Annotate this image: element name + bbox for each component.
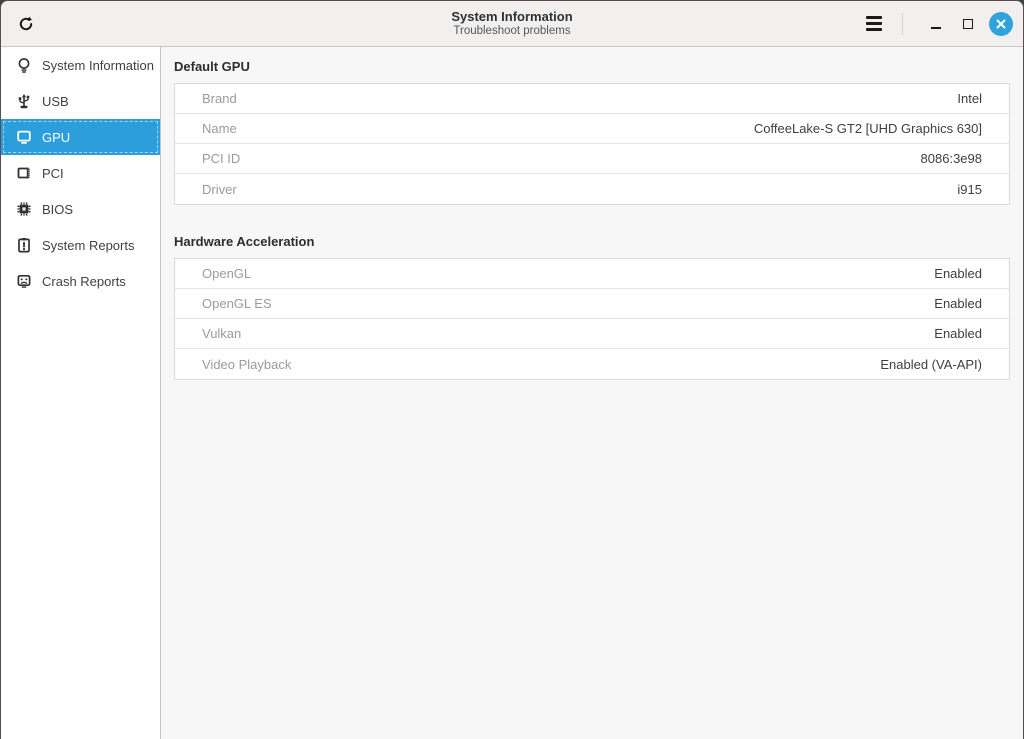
- section-title: Default GPU: [174, 59, 1010, 74]
- hamburger-menu-button[interactable]: [856, 7, 892, 41]
- section-title: Hardware Acceleration: [174, 234, 1010, 249]
- sidebar-item-label: Crash Reports: [42, 274, 126, 289]
- section-hardware-acceleration: Hardware Acceleration OpenGL Enabled Ope…: [174, 234, 1010, 380]
- sidebar-item-label: GPU: [42, 130, 70, 145]
- row-label: Brand: [202, 91, 237, 106]
- row-value: Enabled: [934, 296, 982, 311]
- sidebar-item-label: BIOS: [42, 202, 73, 217]
- row-value: Enabled (VA-API): [880, 357, 982, 372]
- row-value: Enabled: [934, 266, 982, 281]
- sidebar-item-label: PCI: [42, 166, 64, 181]
- table-row: Name CoffeeLake-S GT2 [UHD Graphics 630]: [175, 114, 1009, 144]
- titlebar: System Information Troubleshoot problems: [1, 1, 1023, 47]
- close-icon: [995, 18, 1007, 30]
- monitor-icon: [15, 128, 33, 146]
- sidebar-item-system-information[interactable]: System Information: [1, 47, 160, 83]
- sidebar-item-bios[interactable]: BIOS: [1, 191, 160, 227]
- maximize-button[interactable]: [955, 11, 981, 37]
- section-default-gpu: Default GPU Brand Intel Name CoffeeLake-…: [174, 59, 1010, 205]
- sidebar-item-label: USB: [42, 94, 69, 109]
- row-label: Video Playback: [202, 357, 291, 372]
- sidebar-item-system-reports[interactable]: System Reports: [1, 227, 160, 263]
- clipboard-alert-icon: [15, 236, 33, 254]
- sidebar-item-label: System Information: [42, 58, 154, 73]
- table-row: Brand Intel: [175, 84, 1009, 114]
- close-button[interactable]: [989, 12, 1013, 36]
- row-label: Vulkan: [202, 326, 241, 341]
- sidebar-item-label: System Reports: [42, 238, 134, 253]
- row-value: Intel: [957, 91, 982, 106]
- table-row: OpenGL Enabled: [175, 259, 1009, 289]
- row-value: 8086:3e98: [921, 151, 982, 166]
- row-label: PCI ID: [202, 151, 240, 166]
- row-label: OpenGL ES: [202, 296, 272, 311]
- row-label: Name: [202, 121, 237, 136]
- row-value: Enabled: [934, 326, 982, 341]
- lightbulb-icon: [15, 56, 33, 74]
- sidebar-item-gpu[interactable]: GPU: [1, 119, 160, 155]
- minimize-icon: [931, 27, 941, 29]
- info-table-hardware-acceleration: OpenGL Enabled OpenGL ES Enabled Vulkan …: [174, 258, 1010, 380]
- table-row: Video Playback Enabled (VA-API): [175, 349, 1009, 379]
- sidebar: System Information USB: [1, 47, 161, 739]
- row-label: Driver: [202, 182, 237, 197]
- titlebar-controls: [856, 1, 1023, 46]
- sidebar-item-usb[interactable]: USB: [1, 83, 160, 119]
- refresh-button[interactable]: [9, 7, 43, 41]
- maximize-icon: [963, 19, 973, 29]
- titlebar-separator: [902, 13, 903, 35]
- window-subtitle: Troubleshoot problems: [453, 24, 570, 38]
- sidebar-item-crash-reports[interactable]: Crash Reports: [1, 263, 160, 299]
- table-row: Driver i915: [175, 174, 1009, 204]
- row-label: OpenGL: [202, 266, 251, 281]
- hamburger-menu-icon: [866, 16, 882, 19]
- row-value: i915: [957, 182, 982, 197]
- table-row: Vulkan Enabled: [175, 319, 1009, 349]
- minimize-button[interactable]: [923, 11, 949, 37]
- info-table-default-gpu: Brand Intel Name CoffeeLake-S GT2 [UHD G…: [174, 83, 1010, 205]
- crash-face-icon: [15, 272, 33, 290]
- main-content: Default GPU Brand Intel Name CoffeeLake-…: [161, 47, 1023, 739]
- table-row: OpenGL ES Enabled: [175, 289, 1009, 319]
- refresh-icon: [16, 14, 36, 34]
- table-row: PCI ID 8086:3e98: [175, 144, 1009, 174]
- app-window: System Information Troubleshoot problems: [0, 0, 1024, 739]
- chip-icon: [15, 200, 33, 218]
- sidebar-item-pci[interactable]: PCI: [1, 155, 160, 191]
- window-title: System Information: [451, 9, 572, 24]
- row-value: CoffeeLake-S GT2 [UHD Graphics 630]: [754, 121, 982, 136]
- pci-card-icon: [15, 164, 33, 182]
- usb-icon: [15, 92, 33, 110]
